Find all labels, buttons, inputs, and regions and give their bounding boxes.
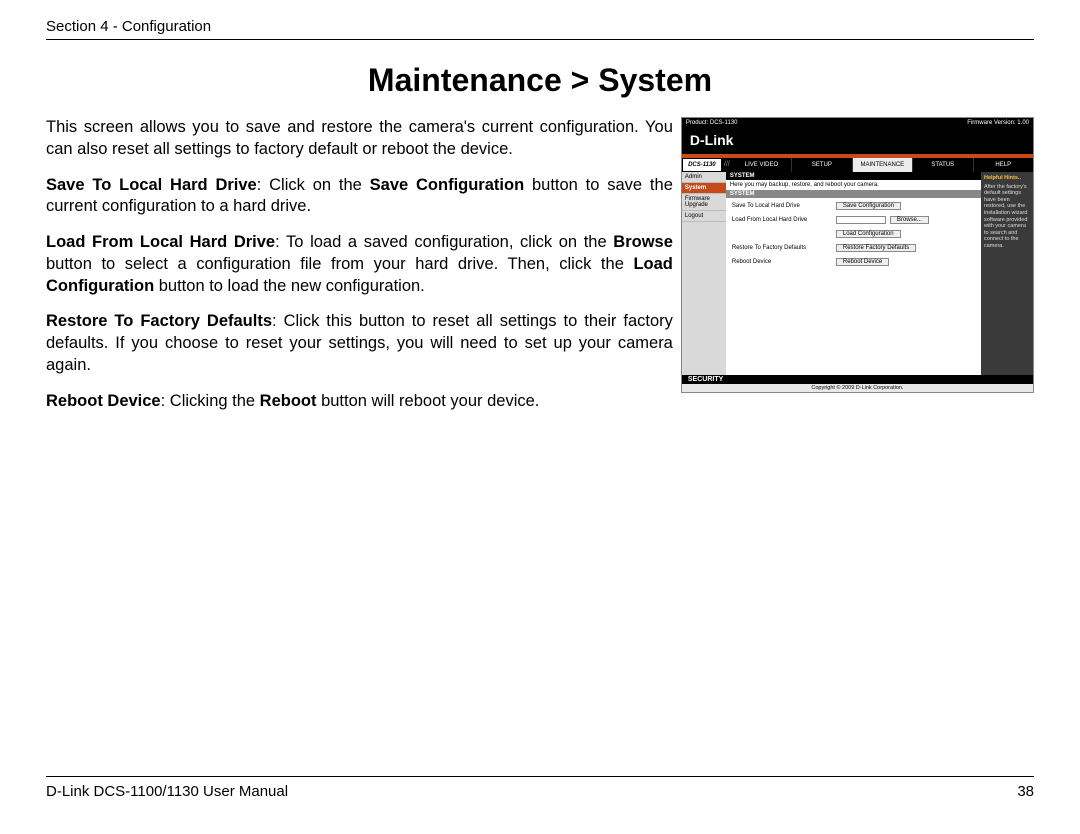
browse-button[interactable]: Browse... xyxy=(890,216,929,224)
restore-defaults-button[interactable]: Restore Factory Defaults xyxy=(836,244,916,252)
shot-model-tab: DCS-1130 xyxy=(682,158,722,172)
sidebar-item-firmware[interactable]: Firmware Upgrade xyxy=(682,194,726,211)
tab-help[interactable]: HELP xyxy=(974,158,1033,172)
shot-top-bar: Product: DCS-1130 Firmware Version: 1.00 xyxy=(682,118,1033,128)
tab-status[interactable]: STATUS xyxy=(913,158,973,172)
content-row: This screen allows you to save and resto… xyxy=(46,117,1034,426)
sidebar-item-system[interactable]: System xyxy=(682,183,726,194)
shot-firmware: Firmware Version: 1.00 xyxy=(967,118,1029,128)
load-lead: Load From Local Hard Drive xyxy=(46,233,275,251)
reboot-mid: : Clicking the xyxy=(161,392,260,410)
reboot-rest: button will reboot your device. xyxy=(317,392,540,410)
intro-paragraph: This screen allows you to save and resto… xyxy=(46,117,673,161)
shot-tabs: DCS-1130 /// LIVE VIDEO SETUP MAINTENANC… xyxy=(682,158,1033,172)
shot-sidebar: Admin System Firmware Upgrade Logout xyxy=(682,172,726,378)
save-mid: : Click on the xyxy=(257,176,370,194)
page-footer: D-Link DCS-1100/1130 User Manual 38 xyxy=(46,776,1034,800)
shot-footer: SECURITY Copyright © 2009 D-Link Corpora… xyxy=(682,375,1033,392)
save-lead: Save To Local Hard Drive xyxy=(46,176,257,194)
load-rest: button to load the new configuration. xyxy=(154,277,425,295)
section-header: Section 4 - Configuration xyxy=(46,18,1034,40)
reboot-bold: Reboot xyxy=(260,392,317,410)
hints-panel: Helpful Hints.. After the factory's defa… xyxy=(981,172,1033,378)
row-load-label: Load From Local Hard Drive xyxy=(732,217,836,223)
row-save-label: Save To Local Hard Drive xyxy=(732,203,836,209)
load-configuration-button[interactable]: Load Configuration xyxy=(836,230,901,238)
panel-heading: SYSTEM xyxy=(726,172,981,180)
footer-page-number: 38 xyxy=(1017,783,1034,800)
reboot-lead: Reboot Device xyxy=(46,392,161,410)
tab-setup[interactable]: SETUP xyxy=(792,158,852,172)
load-mid2: button to select a configuration file fr… xyxy=(46,255,633,273)
panel-rows: Save To Local Hard Drive Save Configurat… xyxy=(726,198,981,276)
panel-subheading: SYSTEM xyxy=(726,190,981,198)
shot-product: Product: DCS-1130 xyxy=(686,118,738,128)
save-paragraph: Save To Local Hard Drive: Click on the S… xyxy=(46,175,673,219)
reboot-paragraph: Reboot Device: Clicking the Reboot butto… xyxy=(46,391,673,413)
save-configuration-button[interactable]: Save Configuration xyxy=(836,202,901,210)
tab-live-video[interactable]: LIVE VIDEO xyxy=(732,158,792,172)
restore-lead: Restore To Factory Defaults xyxy=(46,312,272,330)
load-bold1: Browse xyxy=(613,233,673,251)
shot-logo: D-Link xyxy=(682,128,1033,158)
load-paragraph: Load From Local Hard Drive: To load a sa… xyxy=(46,232,673,297)
save-bold: Save Configuration xyxy=(370,176,525,194)
load-mid1: : To load a saved configuration, click o… xyxy=(275,233,613,251)
text-column: This screen allows you to save and resto… xyxy=(46,117,673,426)
hints-text: After the factory's default settings hav… xyxy=(984,184,1030,250)
slashes-icon: /// xyxy=(722,158,732,172)
row-load2: Load Configuration xyxy=(732,230,975,238)
footer-left: D-Link DCS-1100/1130 User Manual xyxy=(46,783,288,800)
shot-center: SYSTEM Here you may backup, restore, and… xyxy=(726,172,981,378)
hints-heading: Helpful Hints.. xyxy=(984,175,1030,182)
row-reboot-label: Reboot Device xyxy=(732,259,836,265)
panel-subtext: Here you may backup, restore, and reboot… xyxy=(726,180,981,190)
file-path-input[interactable] xyxy=(836,216,886,224)
row-reboot: Reboot Device Reboot Device xyxy=(732,258,975,266)
page-title: Maintenance > System xyxy=(46,62,1034,99)
tab-maintenance[interactable]: MAINTENANCE xyxy=(853,158,913,172)
row-load: Load From Local Hard Drive Browse... xyxy=(732,216,975,224)
row-restore: Restore To Factory Defaults Restore Fact… xyxy=(732,244,975,252)
restore-paragraph: Restore To Factory Defaults: Click this … xyxy=(46,311,673,376)
sidebar-item-logout[interactable]: Logout xyxy=(682,211,726,222)
row-restore-label: Restore To Factory Defaults xyxy=(732,245,836,251)
security-bar: SECURITY xyxy=(682,375,1033,384)
sidebar-item-admin[interactable]: Admin xyxy=(682,172,726,183)
embedded-screenshot: Product: DCS-1130 Firmware Version: 1.00… xyxy=(681,117,1034,393)
shot-body: Admin System Firmware Upgrade Logout SYS… xyxy=(682,172,1033,378)
reboot-device-button[interactable]: Reboot Device xyxy=(836,258,889,266)
copyright-bar: Copyright © 2009 D-Link Corporation. xyxy=(682,384,1033,392)
row-save: Save To Local Hard Drive Save Configurat… xyxy=(732,202,975,210)
